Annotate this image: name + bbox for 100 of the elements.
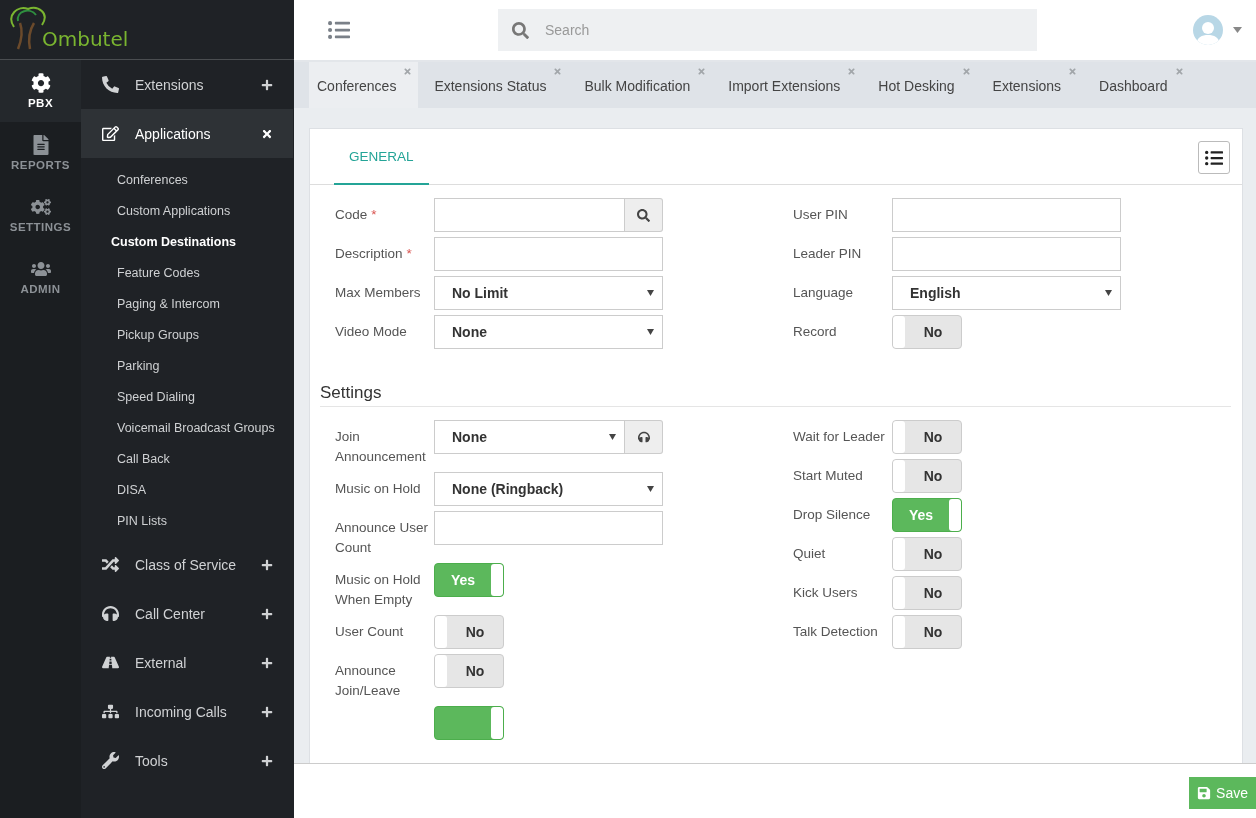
select-field[interactable]: No Limit xyxy=(434,276,663,310)
toggle-switch[interactable]: No xyxy=(892,615,962,649)
rail-item[interactable]: PBX xyxy=(0,60,81,122)
list-icon xyxy=(1205,148,1223,167)
menu-item[interactable]: Voicemail Broadcast Groups xyxy=(81,412,293,443)
menu-group[interactable]: Extensions xyxy=(81,60,293,109)
menu-item[interactable]: Pickup Groups xyxy=(81,319,293,350)
menu-item[interactable]: Conferences xyxy=(81,164,293,195)
logo-text: Ombutel xyxy=(42,27,129,51)
field-label: Leader PIN xyxy=(793,246,862,261)
close-icon[interactable] xyxy=(403,67,413,76)
menu-item[interactable]: Call Back xyxy=(81,443,293,474)
select-field[interactable]: None xyxy=(434,420,625,454)
tab[interactable]: Dashboard xyxy=(1091,62,1190,108)
field-label: Record xyxy=(793,324,837,339)
field-label: Max Members xyxy=(335,285,421,300)
menu-item[interactable]: Parking xyxy=(81,350,293,381)
close-icon xyxy=(261,127,273,140)
plus-icon xyxy=(261,78,273,91)
menu-item[interactable]: DISA xyxy=(81,474,293,505)
toggle-switch[interactable]: No xyxy=(434,654,504,688)
toggle-switch[interactable]: No xyxy=(892,537,962,571)
input-field[interactable] xyxy=(434,511,663,545)
input-field[interactable] xyxy=(892,237,1121,271)
play-button[interactable] xyxy=(625,420,663,454)
input-field[interactable] xyxy=(434,237,663,271)
caret-icon xyxy=(609,434,616,440)
select-field[interactable]: English xyxy=(892,276,1121,310)
caret-icon xyxy=(1105,290,1112,296)
menu-group[interactable]: Tools xyxy=(81,736,293,785)
menu-item[interactable]: Feature Codes xyxy=(81,257,293,288)
menu-item[interactable]: Paging & Intercom xyxy=(81,288,293,319)
menu-group[interactable]: Class of Service xyxy=(81,540,293,589)
menu-group[interactable]: Incoming Calls xyxy=(81,687,293,736)
menu-icon[interactable] xyxy=(328,19,350,41)
sitemap-icon xyxy=(102,703,119,720)
field-label: Start Muted xyxy=(793,468,863,483)
search-icon xyxy=(637,208,650,222)
caret-icon[interactable] xyxy=(1233,27,1242,33)
tab[interactable]: Bulk Modification xyxy=(576,62,713,108)
field-label: Announce User Count xyxy=(335,520,429,555)
select-field[interactable]: None (Ringback) xyxy=(434,472,663,506)
close-icon[interactable] xyxy=(697,67,707,76)
field-label: Music on Hold xyxy=(335,481,421,496)
field-label: User Count xyxy=(335,624,404,639)
section-heading: Settings xyxy=(320,383,1231,407)
menu-item[interactable]: Custom Applications xyxy=(81,195,293,226)
tab[interactable]: Hot Desking xyxy=(870,62,977,108)
field-label: Code xyxy=(335,207,368,222)
shuffle-icon xyxy=(102,556,119,573)
search-button[interactable] xyxy=(625,198,663,232)
menu-item[interactable]: PIN Lists xyxy=(81,505,293,536)
toggle-switch[interactable]: No xyxy=(892,315,962,349)
toggle-switch[interactable]: No xyxy=(892,420,962,454)
plus-icon xyxy=(261,656,273,669)
close-icon[interactable] xyxy=(1068,67,1078,76)
rail-item[interactable]: SETTINGS xyxy=(0,184,81,246)
close-icon[interactable] xyxy=(847,67,857,76)
input-field[interactable] xyxy=(434,198,625,232)
road-icon xyxy=(102,654,119,671)
close-icon[interactable] xyxy=(1174,67,1184,76)
gears-icon xyxy=(30,197,51,217)
close-icon[interactable] xyxy=(961,67,971,76)
input-field[interactable] xyxy=(892,198,1121,232)
field-label: Language xyxy=(793,285,854,300)
field-label: Join Announcement xyxy=(335,429,426,464)
toggle-switch[interactable]: No xyxy=(892,576,962,610)
plus-icon xyxy=(261,558,273,571)
search-icon xyxy=(512,21,529,39)
tab[interactable]: Extensions xyxy=(984,62,1084,108)
menu-group[interactable]: Applications xyxy=(81,109,293,158)
required-mark: * xyxy=(406,246,412,261)
field-label: Talk Detection xyxy=(793,624,878,639)
select-field[interactable]: None xyxy=(434,315,663,349)
phone-icon xyxy=(102,76,119,93)
caret-icon xyxy=(647,329,654,335)
close-icon[interactable] xyxy=(553,67,563,76)
list-button[interactable] xyxy=(1198,141,1230,174)
tab[interactable]: Extensions Status xyxy=(426,62,569,108)
edit-icon xyxy=(102,125,119,142)
required-mark: * xyxy=(371,207,377,222)
toggle-switch[interactable]: No xyxy=(892,459,962,493)
tab[interactable]: Conferences xyxy=(309,62,419,108)
field-label: Kick Users xyxy=(793,585,858,600)
field-label: Description xyxy=(335,246,403,261)
toggle-switch[interactable] xyxy=(434,706,504,740)
plus-icon xyxy=(261,705,273,718)
avatar[interactable] xyxy=(1193,15,1223,45)
field-label: Quiet xyxy=(793,546,826,561)
menu-item[interactable]: Custom Destinations xyxy=(81,226,293,257)
menu-group[interactable]: External xyxy=(81,638,293,687)
tab[interactable]: Import Extensions xyxy=(720,62,863,108)
rail-item[interactable]: REPORTS xyxy=(0,122,81,184)
menu-item[interactable]: Speed Dialing xyxy=(81,381,293,412)
menu-group[interactable]: Call Center xyxy=(81,589,293,638)
gear-icon xyxy=(30,73,51,93)
rail-item[interactable]: ADMIN xyxy=(0,246,81,308)
field-label: Drop Silence xyxy=(793,507,871,522)
toggle-switch[interactable]: No xyxy=(434,615,504,649)
caret-icon xyxy=(647,486,654,492)
